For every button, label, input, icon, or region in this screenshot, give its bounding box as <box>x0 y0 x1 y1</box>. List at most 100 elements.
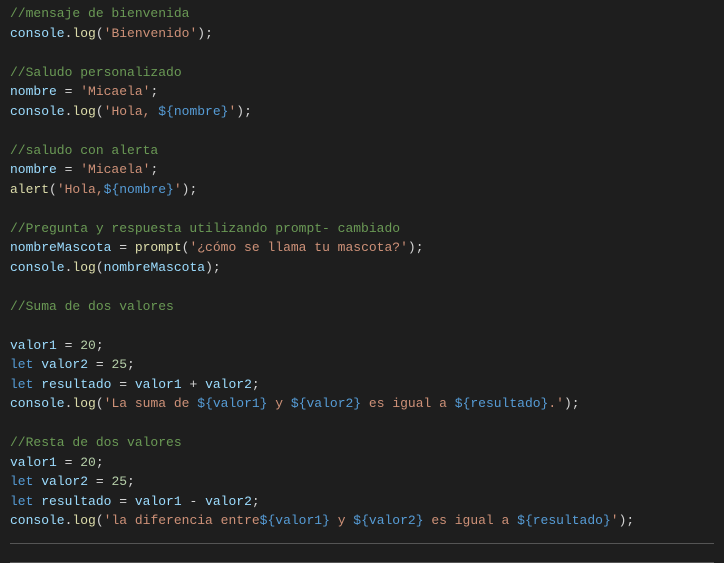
token: .' <box>548 396 564 411</box>
token: console <box>10 513 65 528</box>
token: = <box>111 240 134 255</box>
token: ( <box>96 396 104 411</box>
token: log <box>72 26 95 41</box>
token: valor2 <box>41 474 88 489</box>
token: ( <box>96 104 104 119</box>
token: console <box>10 26 65 41</box>
token: ); <box>182 182 198 197</box>
token: ); <box>564 396 580 411</box>
token: ${nombre} <box>158 104 228 119</box>
token: ${valor1} <box>197 396 267 411</box>
token: = <box>88 357 111 372</box>
token: ${resultado} <box>455 396 549 411</box>
token: 'Micaela' <box>80 84 150 99</box>
code-line: nombreMascota = prompt('¿cómo se llama t… <box>10 238 714 258</box>
token: ( <box>49 182 57 197</box>
token: valor2 <box>205 494 252 509</box>
token: resultado <box>41 377 111 392</box>
comment: //Pregunta y respuesta utilizando prompt… <box>10 221 400 236</box>
code-line: console.log('Bienvenido'); <box>10 24 714 44</box>
token: nombre <box>10 162 57 177</box>
code-line: let resultado = valor1 - valor2; <box>10 492 714 512</box>
code-line: let valor2 = 25; <box>10 472 714 492</box>
token: y <box>267 396 290 411</box>
comment: //Suma de dos valores <box>10 299 174 314</box>
code-line: console.log('Hola, ${nombre}'); <box>10 102 714 122</box>
token: ${resultado} <box>517 513 611 528</box>
token: 'Hola, <box>104 104 159 119</box>
code-line: console.log(nombreMascota); <box>10 258 714 278</box>
token: ( <box>96 26 104 41</box>
token: console <box>10 104 65 119</box>
token: ' <box>174 182 182 197</box>
token: ${valor2} <box>291 396 361 411</box>
code-line: //Resta de dos valores <box>10 433 714 453</box>
token: 25 <box>111 474 127 489</box>
token: valor1 <box>10 455 57 470</box>
comment: //Resta de dos valores <box>10 435 182 450</box>
code-line: //mensaje de bienvenida <box>10 4 714 24</box>
code-line: let valor2 = 25; <box>10 355 714 375</box>
token: 'la diferencia entre <box>104 513 260 528</box>
token: 'Micaela' <box>80 162 150 177</box>
code-line: nombre = 'Micaela'; <box>10 82 714 102</box>
blank-line <box>10 121 714 141</box>
token: ( <box>96 260 104 275</box>
token: let <box>10 377 33 392</box>
token: 20 <box>80 455 96 470</box>
token: ); <box>236 104 252 119</box>
token: 'Hola, <box>57 182 104 197</box>
token: es igual a <box>361 396 455 411</box>
token: = <box>88 474 111 489</box>
cursor-line[interactable] <box>10 543 714 563</box>
code-line: //Suma de dos valores <box>10 297 714 317</box>
token: let <box>10 474 33 489</box>
code-line: valor1 = 20; <box>10 453 714 473</box>
token: console <box>10 260 65 275</box>
token: ; <box>252 377 260 392</box>
token: ( <box>96 513 104 528</box>
token: y <box>330 513 353 528</box>
token: nombreMascota <box>104 260 205 275</box>
token: + <box>182 377 205 392</box>
token: let <box>10 494 33 509</box>
code-line: nombre = 'Micaela'; <box>10 160 714 180</box>
token: ${valor2} <box>353 513 423 528</box>
token: ; <box>150 162 158 177</box>
token: console <box>10 396 65 411</box>
token: = <box>57 455 80 470</box>
code-line: //Pregunta y respuesta utilizando prompt… <box>10 219 714 239</box>
token: 20 <box>80 338 96 353</box>
token: valor1 <box>135 377 182 392</box>
comment: //Saludo personalizado <box>10 65 182 80</box>
blank-line <box>10 277 714 297</box>
token: ${valor1} <box>260 513 330 528</box>
code-line: let resultado = valor1 + valor2; <box>10 375 714 395</box>
blank-line <box>10 199 714 219</box>
token: = <box>57 162 80 177</box>
token: alert <box>10 182 49 197</box>
token: ; <box>150 84 158 99</box>
token: prompt <box>135 240 182 255</box>
token: ; <box>127 357 135 372</box>
token: valor2 <box>205 377 252 392</box>
code-line: //Saludo personalizado <box>10 63 714 83</box>
token: valor2 <box>41 357 88 372</box>
token: ${nombre} <box>104 182 174 197</box>
token: = <box>111 494 134 509</box>
token: ; <box>96 455 104 470</box>
token: log <box>72 513 95 528</box>
token: ' <box>611 513 619 528</box>
token: '¿cómo se llama tu mascota?' <box>189 240 407 255</box>
code-line: //saludo con alerta <box>10 141 714 161</box>
token: log <box>72 104 95 119</box>
token: ); <box>205 260 221 275</box>
token: ); <box>619 513 635 528</box>
token: ); <box>197 26 213 41</box>
comment: //saludo con alerta <box>10 143 158 158</box>
token: ; <box>127 474 135 489</box>
token: let <box>10 357 33 372</box>
token: log <box>72 260 95 275</box>
code-editor[interactable]: //mensaje de bienvenida console.log('Bie… <box>10 4 714 563</box>
token: = <box>111 377 134 392</box>
